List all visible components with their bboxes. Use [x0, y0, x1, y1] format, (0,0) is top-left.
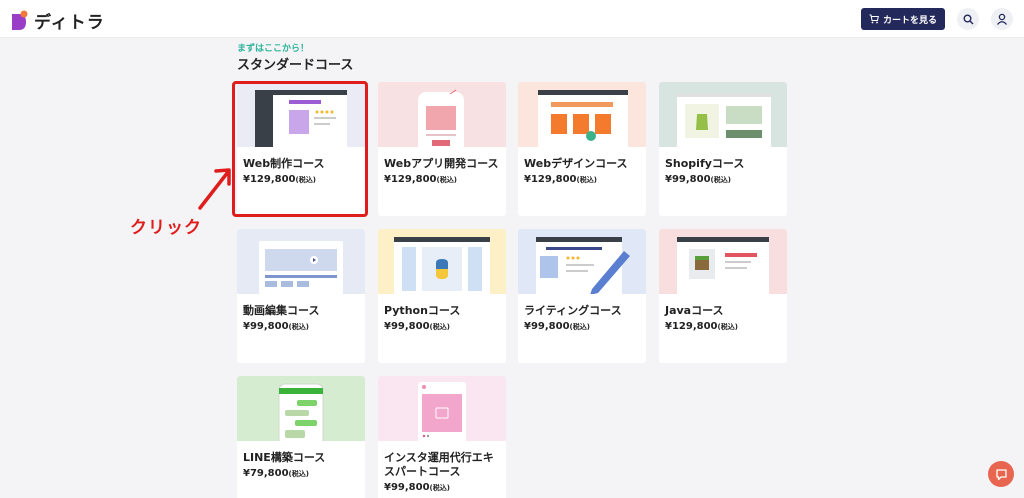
course-thumbnail [378, 82, 506, 147]
course-price: ¥129,800(税込) [524, 174, 597, 185]
chat-icon [995, 468, 1007, 480]
user-icon [996, 13, 1008, 25]
course-title: Pythonコース [384, 304, 461, 317]
course-card-java[interactable]: Javaコース ¥129,800(税込) [659, 229, 787, 363]
course-thumbnail [378, 229, 506, 294]
logo-mark-icon [12, 10, 28, 30]
course-card-instagram[interactable]: インスタ運用代行エキスパートコース ¥99,800(税込) [378, 376, 506, 498]
course-price: ¥129,800(税込) [665, 321, 738, 332]
section-title: スタンダードコース [237, 58, 354, 73]
course-price: ¥129,800(税込) [384, 174, 457, 185]
section-subtitle: まずはここから！ [237, 44, 310, 54]
course-thumbnail [237, 376, 365, 441]
logo-text: ディトラ [34, 13, 105, 33]
course-title: ライティングコース [524, 304, 622, 317]
course-title: Javaコース [665, 304, 724, 317]
course-title: Webアプリ開発コース [384, 157, 499, 170]
course-title: Webデザインコース [524, 157, 628, 170]
course-thumbnail [659, 82, 787, 147]
course-card-video-editing[interactable]: 動画編集コース ¥99,800(税込) [237, 229, 365, 363]
account-button[interactable] [991, 8, 1013, 30]
course-title: インスタ運用代行エキスパートコース [384, 451, 494, 478]
cart-icon [869, 14, 879, 24]
course-card-web-app[interactable]: Webアプリ開発コース ¥129,800(税込) [378, 82, 506, 216]
logo[interactable]: ディトラ [10, 8, 105, 33]
view-cart-label: カートを見る [882, 15, 937, 26]
course-card-python[interactable]: Pythonコース ¥99,800(税込) [378, 229, 506, 363]
site-header: ディトラ カートを見る [0, 0, 1024, 38]
course-price: ¥99,800(税込) [665, 174, 731, 185]
course-thumbnail [518, 229, 646, 294]
chat-button[interactable] [988, 461, 1014, 487]
search-button[interactable] [957, 8, 979, 30]
course-title: Shopifyコース [665, 157, 745, 170]
course-title: LINE構築コース [243, 451, 326, 464]
course-price: ¥99,800(税込) [384, 321, 450, 332]
search-icon [963, 14, 973, 24]
highlight-box [232, 81, 368, 217]
course-card-line[interactable]: LINE構築コース ¥79,800(税込) [237, 376, 365, 498]
view-cart-button[interactable]: カートを見る [861, 8, 945, 30]
course-price: ¥99,800(税込) [243, 321, 309, 332]
course-title: 動画編集コース [243, 304, 320, 317]
arrow-icon [198, 168, 231, 210]
course-thumbnail [659, 229, 787, 294]
course-card-shopify[interactable]: Shopifyコース ¥99,800(税込) [659, 82, 787, 216]
course-thumbnail [518, 82, 646, 147]
click-annotation: クリック [130, 218, 202, 238]
course-thumbnail [237, 229, 365, 294]
course-price: ¥99,800(税込) [524, 321, 590, 332]
course-thumbnail [378, 376, 506, 441]
course-card-writing[interactable]: ライティングコース ¥99,800(税込) [518, 229, 646, 363]
course-price: ¥99,800(税込) [384, 482, 450, 493]
course-card-web-design[interactable]: Webデザインコース ¥129,800(税込) [518, 82, 646, 216]
course-price: ¥79,800(税込) [243, 468, 309, 479]
